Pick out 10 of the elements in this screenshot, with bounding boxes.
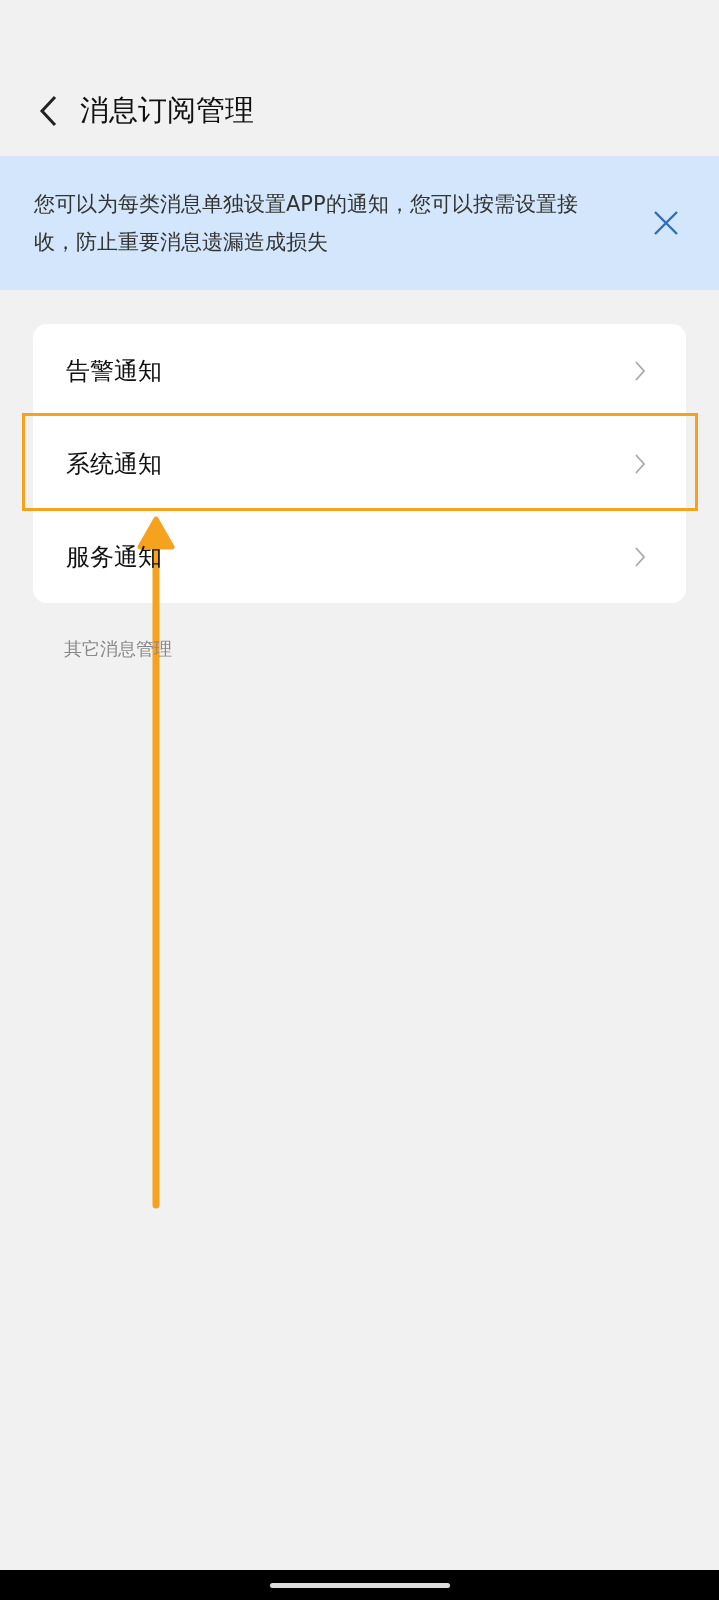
chevron-icon xyxy=(634,545,646,568)
chevron-icon xyxy=(634,359,646,382)
menu-item[interactable]: 系统通知 xyxy=(33,417,686,510)
close-icon[interactable] xyxy=(653,210,679,236)
home-indicator[interactable] xyxy=(269,1582,450,1588)
menu-item[interactable]: 告警通知 xyxy=(33,324,686,417)
banner-text: 您可以为每类消息单独设置APP的通知，您可以按需设置接收，防止重要消息遗漏造成损失 xyxy=(34,191,579,256)
chevron-icon xyxy=(634,452,646,475)
page-title: 消息订阅管理 xyxy=(80,92,254,129)
back-icon[interactable] xyxy=(38,94,58,128)
